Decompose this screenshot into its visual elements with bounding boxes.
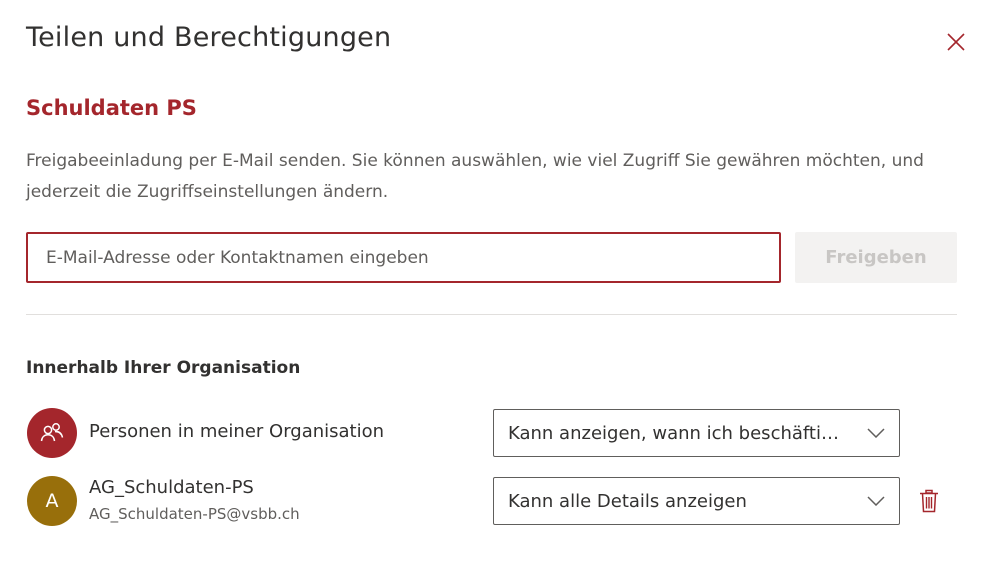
chevron-down-icon <box>867 495 885 507</box>
dialog-title: Teilen und Berechtigungen <box>26 22 392 53</box>
group-permission-dropdown[interactable]: Kann alle Details anzeigen <box>493 477 900 525</box>
share-button[interactable]: Freigeben <box>795 232 957 283</box>
group-avatar: A <box>27 476 77 526</box>
group-entry-name: AG_Schuldaten-PS <box>89 477 254 498</box>
group-entry-email: AG_Schuldaten-PS@vsbb.ch <box>89 505 300 523</box>
close-icon <box>947 33 965 51</box>
remove-entry-button[interactable] <box>914 485 944 517</box>
organization-permission-dropdown[interactable]: Kann anzeigen, wann ich beschäftigt bin <box>493 409 900 457</box>
share-description: Freigabeeinladung per E-Mail senden. Sie… <box>26 151 924 202</box>
trash-icon <box>920 489 938 513</box>
share-permissions-dialog: Teilen und Berechtigungen Schuldaten PS … <box>0 0 999 587</box>
divider <box>26 314 957 315</box>
people-icon <box>40 423 64 442</box>
permission-label: Kann alle Details anzeigen <box>508 490 747 512</box>
email-input[interactable] <box>26 232 781 283</box>
organization-entry-name: Personen in meiner Organisation <box>89 421 385 442</box>
avatar-initial: A <box>45 490 59 512</box>
organization-avatar <box>27 408 77 458</box>
close-button[interactable] <box>940 26 972 58</box>
shared-item-name: Schuldaten PS <box>26 96 197 120</box>
chevron-down-icon <box>867 427 885 439</box>
permission-label: Kann anzeigen, wann ich beschäftigt bin <box>508 422 867 444</box>
section-heading: Innerhalb Ihrer Organisation <box>26 358 301 378</box>
